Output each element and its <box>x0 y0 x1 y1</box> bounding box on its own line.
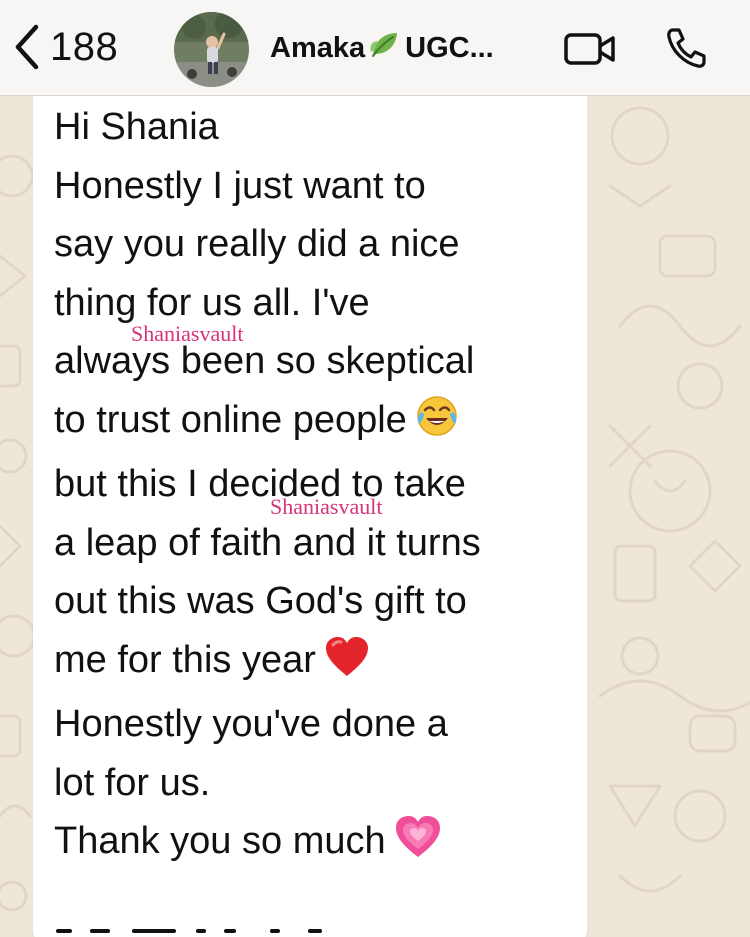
message-line-text: Thank you so much <box>54 820 386 862</box>
message-line-with-emoji: to trust online people <box>54 391 574 456</box>
face-with-tears-of-joy-emoji <box>415 394 459 456</box>
message-text: Hi Shania Honestly I just want to say yo… <box>54 98 574 877</box>
watermark: Shaniasvault <box>131 321 244 346</box>
voice-call-button[interactable] <box>664 26 708 75</box>
growing-heart-emoji <box>394 815 442 877</box>
message-line-text: me for this year <box>54 638 316 681</box>
video-camera-icon <box>564 33 615 65</box>
message-line-with-emoji: Thank you so much <box>54 812 574 877</box>
message-line: say you really did a nice <box>54 223 460 265</box>
chevron-left-icon <box>15 24 39 70</box>
unread-count: 188 <box>50 24 119 69</box>
phone-icon <box>667 28 706 68</box>
red-heart-emoji <box>324 636 370 696</box>
message-line: Honestly I just want to <box>54 164 426 207</box>
watermark: Shaniasvault <box>270 494 383 519</box>
contact-avatar[interactable] <box>174 12 249 87</box>
avatar-photo <box>174 12 249 87</box>
contact-name-text: Amaka <box>270 31 366 64</box>
contact-name-suffix: UGC... <box>405 31 494 64</box>
chat-header: 188 Amaka UGC... <box>0 0 750 96</box>
leaf-emoji <box>369 30 399 66</box>
chat-screen: 188 Amaka UGC... Hi Shania Honestly I ju… <box>0 0 750 937</box>
message-line: Hi Shania <box>54 106 219 148</box>
message-line-with-emoji: me for this year <box>54 631 574 696</box>
video-call-button[interactable] <box>563 32 617 71</box>
back-button[interactable]: 188 <box>14 22 118 72</box>
contact-name[interactable]: Amaka UGC... <box>270 30 494 66</box>
message-line: out this was God's gift to <box>54 580 467 622</box>
message-line: Honestly you've done a <box>54 703 448 745</box>
message-line-text: to trust online people <box>54 398 407 441</box>
message-line: lot for us. <box>54 761 211 804</box>
message-line: a leap of faith and it turns <box>54 521 481 564</box>
